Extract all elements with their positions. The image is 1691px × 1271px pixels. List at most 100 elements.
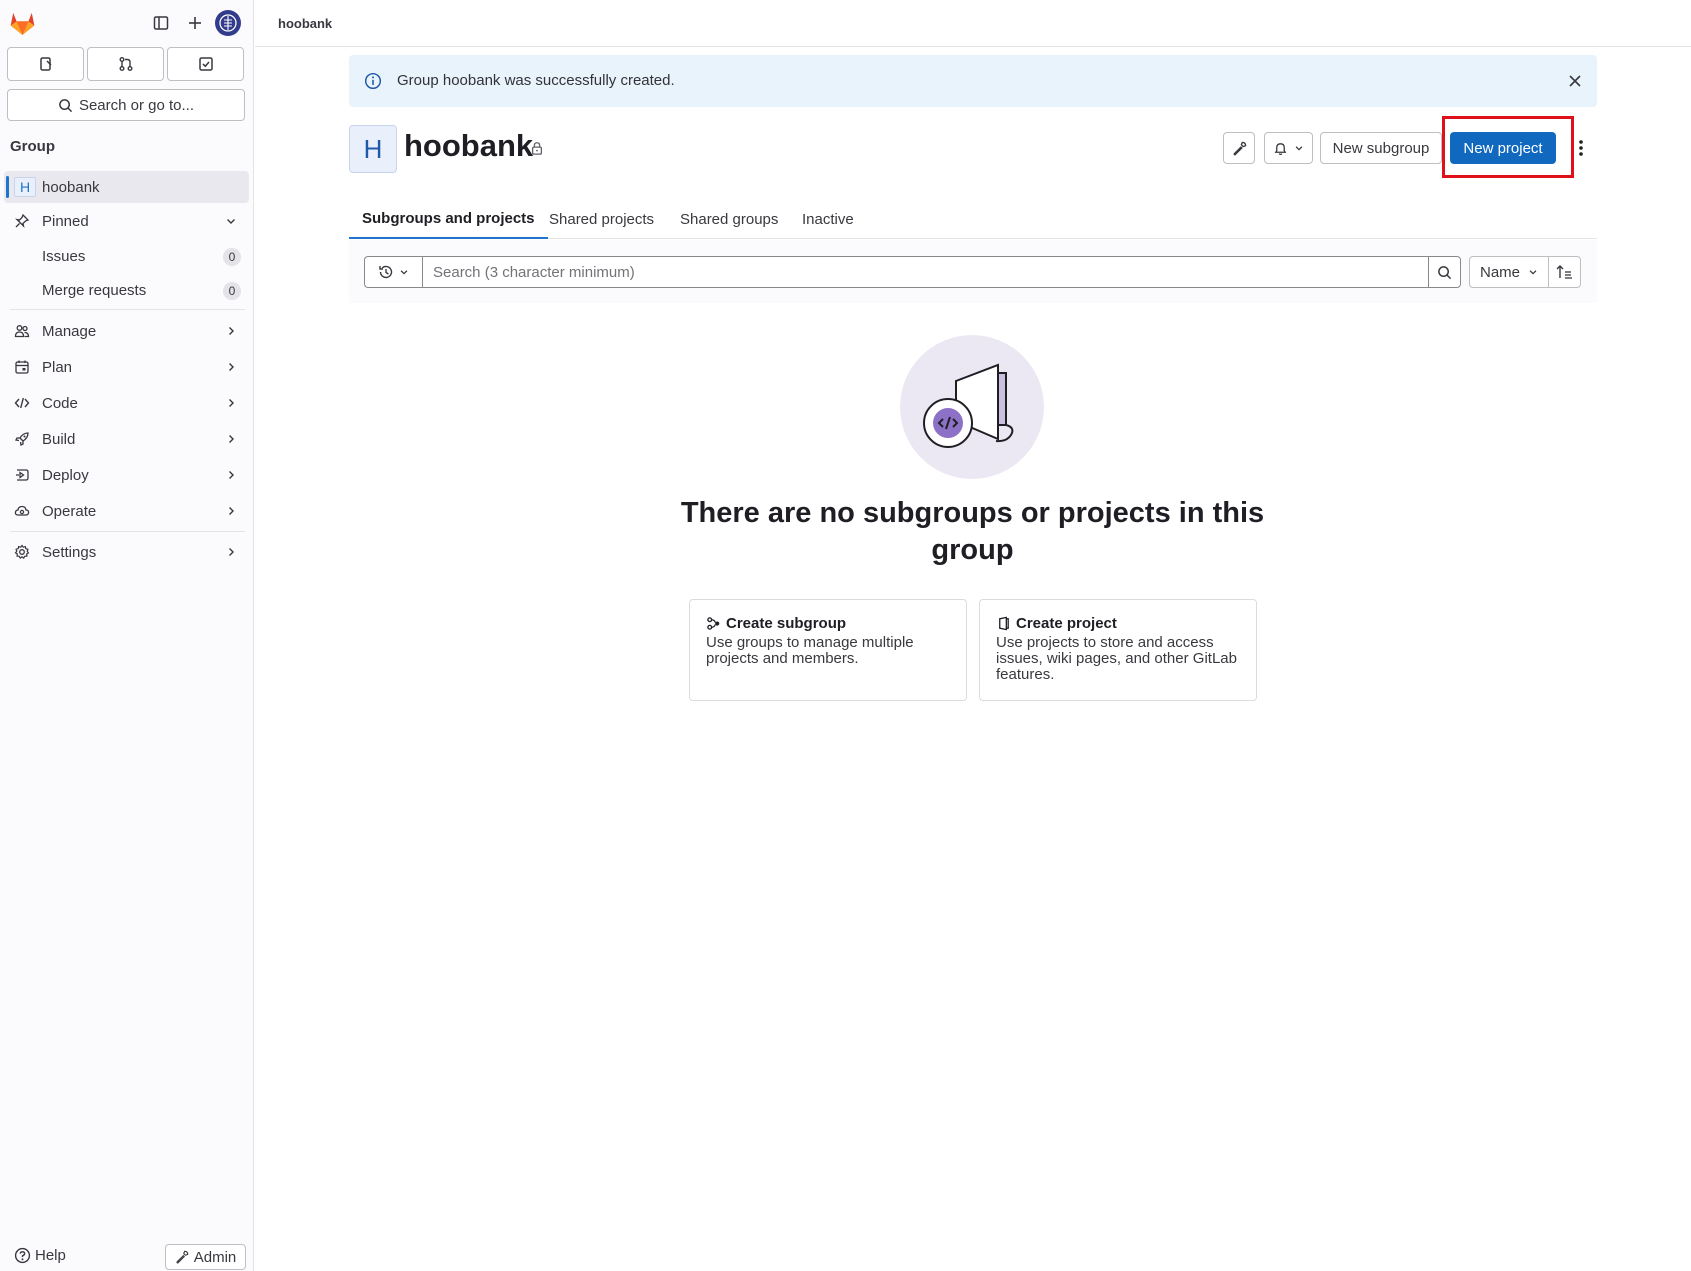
toggle-sidebar-icon[interactable] (146, 8, 176, 38)
create-project-card[interactable]: Create project Use projects to store and… (979, 599, 1257, 701)
sidebar-item-plan[interactable]: Plan (4, 351, 249, 383)
lock-icon (531, 142, 543, 155)
help-button[interactable]: Help (14, 1247, 66, 1264)
assigned-issues-button[interactable] (7, 47, 84, 81)
close-icon[interactable] (1565, 71, 1585, 91)
search-or-go-to-button[interactable]: Search or go to... (7, 89, 245, 121)
highlight-annotation (1442, 116, 1574, 178)
users-icon (14, 325, 30, 338)
top-bar: hoobank (255, 0, 1691, 47)
info-icon (364, 72, 382, 90)
recent-searches-dropdown[interactable] (364, 256, 422, 288)
merge-requests-button[interactable] (87, 47, 164, 81)
chevron-right-icon (229, 399, 234, 407)
help-label: Help (35, 1247, 66, 1264)
create-project-description: Use projects to store and access issues,… (996, 634, 1237, 683)
sidebar-item-code[interactable]: Code (4, 387, 249, 419)
group-avatar-small: H (14, 177, 36, 197)
more-actions-icon[interactable] (1572, 132, 1590, 164)
sidebar-item-build[interactable]: Build (4, 423, 249, 455)
chevron-right-icon (229, 507, 234, 515)
merge-requests-count-badge: 0 (223, 282, 241, 300)
sort-dropdown[interactable]: Name (1469, 256, 1549, 288)
create-subgroup-description: Use groups to manage multiple projects a… (706, 634, 914, 667)
history-icon (379, 265, 393, 279)
sidebar-group-name: hoobank (42, 178, 100, 196)
help-icon (14, 1247, 31, 1264)
gear-icon (14, 544, 30, 559)
alert-message: Group hoobank was successfully created. (397, 72, 675, 89)
project-icon (999, 616, 1009, 631)
group-tabs: Subgroups and projects Shared projects S… (349, 200, 1597, 239)
search-submit-button[interactable] (1428, 256, 1461, 288)
search-or-go-to-label: Search or go to... (78, 96, 195, 114)
sort-label: Name (1479, 263, 1520, 281)
subgroup-icon (707, 617, 720, 630)
sidebar-item-label: Issues (42, 247, 86, 265)
sidebar-item-operate[interactable]: Operate (4, 495, 249, 527)
sidebar-item-settings[interactable]: Settings (4, 536, 249, 568)
new-subgroup-button[interactable]: New subgroup (1320, 132, 1442, 164)
page-title: hoobank (404, 128, 534, 163)
chevron-right-icon (229, 548, 234, 556)
admin-button[interactable]: Admin (165, 1244, 246, 1270)
sidebar-divider (10, 309, 245, 310)
sort-ascending-icon (1556, 265, 1572, 279)
pin-icon (15, 213, 30, 228)
create-subgroup-card[interactable]: Create subgroup Use groups to manage mul… (689, 599, 967, 701)
sidebar-item-deploy[interactable]: Deploy (4, 459, 249, 491)
sidebar-section-title: Group (10, 138, 55, 155)
issues-count-badge: 0 (223, 248, 241, 266)
success-alert: Group hoobank was successfully created. (349, 55, 1597, 107)
sidebar-item-group[interactable]: H hoobank (4, 171, 249, 203)
sidebar-item-label: Manage (42, 322, 97, 340)
create-new-icon[interactable] (180, 8, 210, 38)
issues-icon (39, 57, 52, 71)
tab-shared-groups[interactable]: Shared groups (667, 200, 791, 239)
create-subgroup-title: Create subgroup (726, 615, 847, 632)
group-avatar: H (349, 125, 397, 173)
todo-list-button[interactable] (167, 47, 244, 81)
rocket-icon (15, 432, 29, 446)
chevron-right-icon (229, 435, 234, 443)
search-icon (1438, 265, 1452, 279)
chevron-down-icon (1529, 270, 1537, 275)
breadcrumb[interactable]: hoobank (278, 16, 332, 31)
sidebar-item-label: Deploy (42, 466, 89, 484)
search-icon (59, 98, 73, 112)
user-avatar[interactable] (215, 10, 241, 36)
wrench-icon (176, 1250, 188, 1264)
chevron-right-icon (229, 327, 234, 335)
tab-subgroups-and-projects[interactable]: Subgroups and projects (349, 200, 548, 239)
wrench-icon (1232, 141, 1246, 155)
create-project-title: Create project (1016, 615, 1117, 632)
sidebar-item-label: Pinned (42, 212, 89, 230)
group-settings-button[interactable] (1223, 132, 1255, 164)
sidebar-divider (10, 531, 245, 532)
sidebar-item-merge-requests[interactable]: Merge requests 0 (4, 274, 249, 306)
deploy-icon (16, 469, 29, 481)
sidebar-item-issues[interactable]: Issues 0 (4, 240, 249, 272)
tab-inactive[interactable]: Inactive (789, 200, 867, 239)
sidebar-item-label: Settings (42, 543, 97, 561)
sidebar-item-pinned[interactable]: Pinned (4, 205, 249, 237)
calendar-icon (15, 360, 29, 374)
chevron-down-icon (1295, 146, 1303, 151)
chevron-down-icon (400, 270, 408, 275)
gitlab-logo-icon[interactable] (9, 10, 36, 36)
filter-bar: Name (349, 240, 1597, 303)
todo-icon (198, 57, 213, 71)
sidebar-top (0, 0, 254, 46)
sidebar-item-label: Merge requests (42, 281, 147, 299)
admin-label: Admin (193, 1248, 237, 1266)
notifications-dropdown[interactable] (1264, 132, 1313, 164)
empty-state-illustration (900, 335, 1044, 479)
search-input[interactable] (422, 256, 1429, 288)
sort-direction-button[interactable] (1548, 256, 1581, 288)
tab-shared-projects[interactable]: Shared projects (536, 200, 667, 239)
cloud-gear-icon (14, 505, 30, 516)
sidebar-item-manage[interactable]: Manage (4, 315, 249, 347)
chevron-right-icon (229, 471, 234, 479)
sidebar-item-label: Operate (42, 502, 97, 520)
left-sidebar: Search or go to... Group H hoobank Pinne… (0, 0, 254, 1271)
